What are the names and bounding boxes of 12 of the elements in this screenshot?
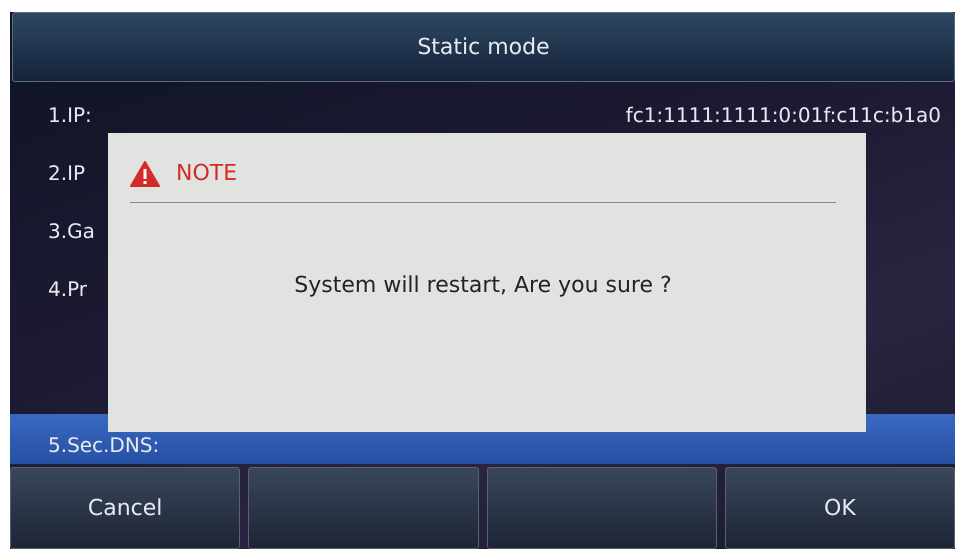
- softkey[interactable]: [248, 467, 478, 549]
- field-label: 3.Ga: [48, 218, 95, 245]
- softkey[interactable]: Cancel: [10, 467, 240, 549]
- field-label: 1.IP:: [48, 102, 92, 129]
- softkey[interactable]: [486, 467, 717, 549]
- softkey[interactable]: OK: [724, 467, 955, 549]
- screen-title: Static mode: [12, 12, 955, 82]
- warning-icon: [130, 160, 160, 186]
- field-label: 5.Sec.DNS:: [48, 432, 160, 459]
- field-value: fc1:1111:1111:0:01f:c11c:b1a0: [626, 102, 941, 129]
- dialog-message: System will restart, Are you sure ?: [293, 272, 673, 300]
- dialog-title: NOTE: [176, 160, 238, 188]
